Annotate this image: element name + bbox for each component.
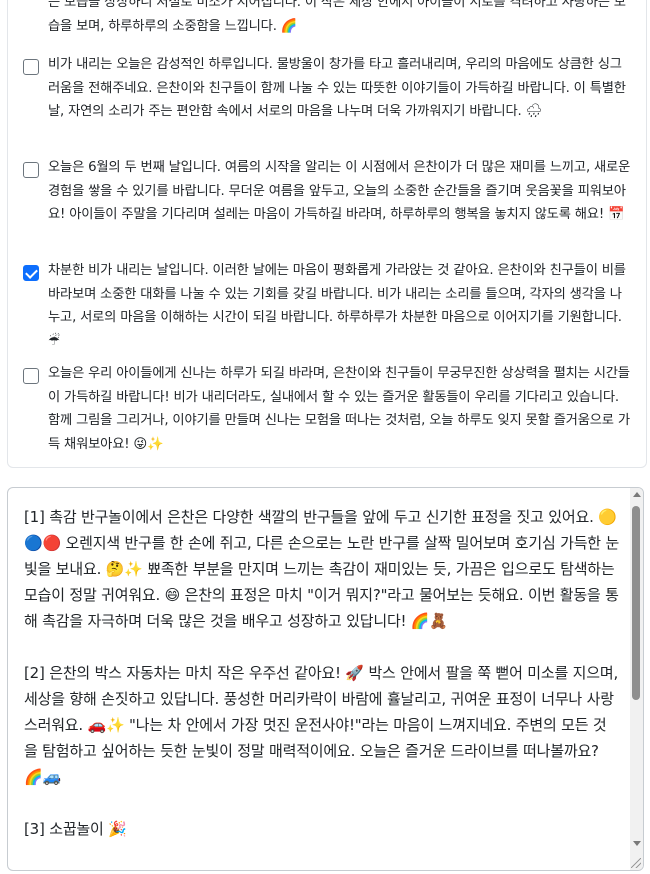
checklist-item-text: 차분한 비가 내리는 날입니다. 이러한 날에는 마음이 평화롭게 가라앉는 것… bbox=[48, 263, 626, 349]
resize-grip-icon[interactable] bbox=[631, 858, 641, 868]
scroll-down-arrow-icon[interactable] bbox=[633, 841, 641, 846]
checklist-item-text: 오늘은 6월의 두 번째 날입니다. 여름의 시작을 알리는 이 시점에서 은찬… bbox=[48, 160, 631, 222]
checkbox[interactable] bbox=[23, 368, 39, 384]
checklist-item-text: 비가 내리는 오늘은 감성적인 하루입니다. 물방울이 창가를 타고 흘러내리며… bbox=[48, 57, 626, 119]
page: 는 모습을 상상하니 저절로 미소가 지어집니다. 이 작은 세상 안에서 아이… bbox=[0, 0, 650, 874]
scrollbar-thumb[interactable] bbox=[632, 506, 640, 700]
checklist-item-text: 오늘은 우리 아이들에게 신나는 하루가 되길 바라며, 은찬이와 친구들이 무… bbox=[48, 366, 630, 452]
vertical-scrollbar[interactable] bbox=[630, 488, 643, 870]
checklist-card: 는 모습을 상상하니 저절로 미소가 지어집니다. 이 작은 세상 안에서 아이… bbox=[7, 0, 647, 468]
checkbox[interactable] bbox=[23, 59, 39, 75]
textarea-content: [1] 촉감 반구놀이에서 은찬은 다양한 색깔의 반구들을 앞에 두고 신기한… bbox=[24, 508, 620, 838]
checklist-item-text: 는 모습을 상상하니 저절로 미소가 지어집니다. 이 작은 세상 안에서 아이… bbox=[48, 0, 626, 34]
scroll-up-arrow-icon[interactable] bbox=[633, 492, 641, 497]
checkbox[interactable] bbox=[23, 162, 39, 178]
report-textarea[interactable]: [1] 촉감 반구놀이에서 은찬은 다양한 색깔의 반구들을 앞에 두고 신기한… bbox=[7, 487, 644, 871]
checkbox-checked[interactable] bbox=[23, 265, 39, 281]
